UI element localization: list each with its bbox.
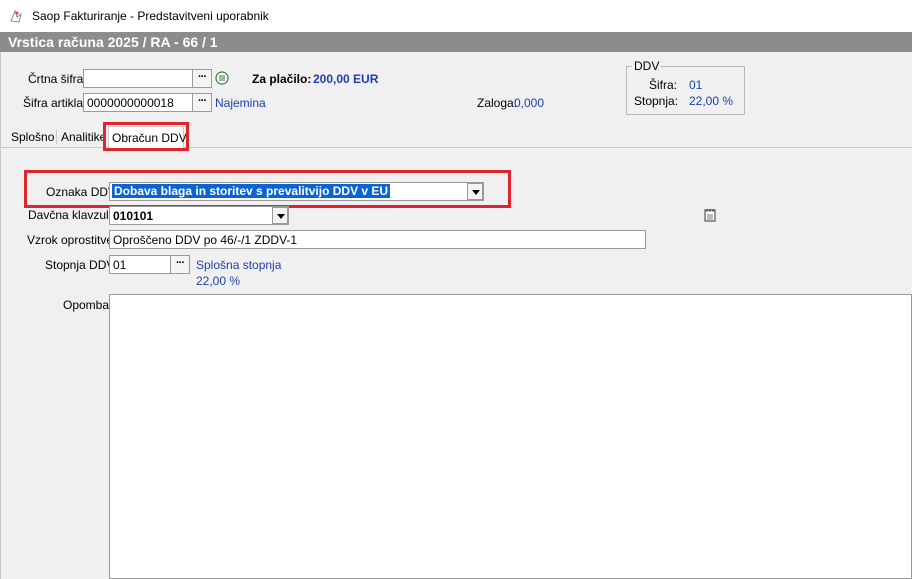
form-header-title: Vrstica računa 2025 / RA - 66 / 1 <box>0 32 912 52</box>
vzrok-oprostitve-label: Vzrok oprostitve <box>27 233 114 247</box>
chevron-down-icon <box>277 214 285 219</box>
tab-divider <box>56 130 57 144</box>
crtna-sifra-label: Črtna šifra <box>28 72 84 86</box>
davcna-klavzula-label: Davčna klavzula <box>28 208 116 222</box>
stopnja-ddv-input[interactable]: 01 <box>109 255 171 274</box>
ddv-sifra-label: Šifra: <box>649 78 678 92</box>
notepad-icon[interactable] <box>704 208 716 222</box>
ddv-stopnja-value: 22,00 % <box>689 94 734 108</box>
za-placilo-value: 200,00 EUR <box>313 72 379 86</box>
highlight-tab-box <box>103 122 189 151</box>
davcna-klavzula-select[interactable]: 010101 <box>109 206 289 225</box>
crtna-sifra-input[interactable] <box>83 69 193 88</box>
sifra-artikla-browse-button[interactable]: ··· <box>192 93 212 112</box>
zaloga-label: Zaloga: <box>477 96 518 110</box>
vzrok-oprostitve-input[interactable]: Oproščeno DDV po 46/-/1 ZDDV-1 <box>109 230 646 249</box>
ddv-sifra-value: 01 <box>689 78 703 92</box>
ddv-groupbox-title: DDV <box>632 59 662 73</box>
app-icon <box>10 9 22 23</box>
stopnja-ddv-browse-button[interactable]: ··· <box>170 255 190 274</box>
tab-analitike[interactable]: Analitike <box>58 126 109 148</box>
ddv-stopnja-label: Stopnja: <box>634 94 679 108</box>
artikel-name: Najemina <box>215 96 266 110</box>
crtna-sifra-browse-button[interactable]: ··· <box>192 69 212 88</box>
sifra-artikla-label: Šifra artikla <box>23 96 84 110</box>
tab-splosno[interactable]: Splošno <box>8 126 57 148</box>
opomba-label: Opomba <box>63 298 110 312</box>
davcna-klavzula-dropdown-button[interactable] <box>272 207 288 224</box>
stopnja-name: Splošna stopnja <box>196 258 282 272</box>
left-border <box>0 52 1 579</box>
zaloga-value: 0,000 <box>514 96 545 110</box>
window-title: Saop Fakturiranje - Predstavitveni upora… <box>32 9 269 23</box>
za-placilo-label: Za plačilo: <box>252 72 312 86</box>
stopnja-percent: 22,00 % <box>196 274 241 288</box>
opomba-textarea[interactable] <box>109 294 912 579</box>
highlight-oznaka-box <box>24 170 511 208</box>
barcode-list-icon[interactable] <box>215 71 229 85</box>
stopnja-ddv-label: Stopnja DDV <box>45 258 115 272</box>
sifra-artikla-input[interactable]: 0000000000018 <box>83 93 193 112</box>
